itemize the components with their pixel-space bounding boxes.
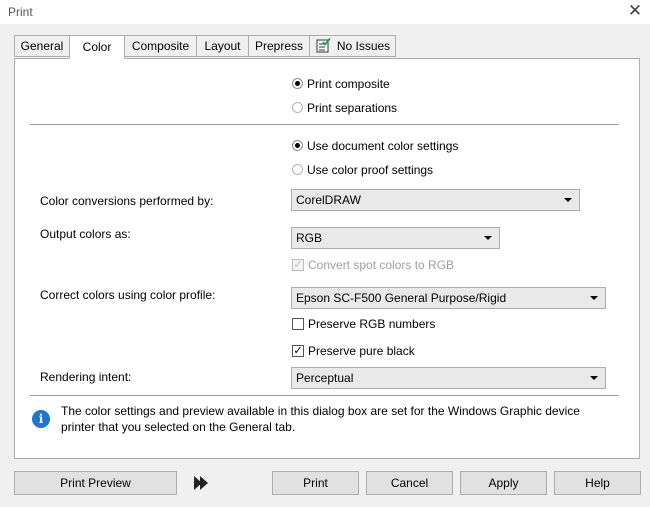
help-button[interactable]: Help xyxy=(554,471,641,495)
document-color-label: Use document color settings xyxy=(307,139,459,153)
tab-label: No Issues xyxy=(336,39,391,53)
info-text-line2: printer that you selected on the General… xyxy=(61,420,296,434)
preserve-black-label: Preserve pure black xyxy=(308,344,415,358)
convert-spot-checkbox[interactable]: ✓ xyxy=(292,259,304,271)
conversions-dropdown[interactable]: CorelDRAW xyxy=(291,189,580,211)
print-preview-label: Print Preview xyxy=(60,476,131,490)
tab-general[interactable]: General xyxy=(14,35,70,57)
profile-value: Epson SC-F500 General Purpose/Rigid xyxy=(296,291,507,305)
print-separations-radio[interactable] xyxy=(292,102,303,113)
intent-label: Rendering intent: xyxy=(40,370,132,384)
tab-composite[interactable]: Composite xyxy=(124,35,197,57)
window-title: Print xyxy=(8,5,33,19)
proof-color-radio[interactable] xyxy=(292,164,303,175)
print-label: Print xyxy=(303,476,328,490)
chevron-down-icon xyxy=(484,236,492,240)
print-button[interactable]: Print xyxy=(272,471,359,495)
tab-layout[interactable]: Layout xyxy=(196,35,249,57)
preserve-black-checkbox[interactable]: ✓ xyxy=(292,345,304,357)
tab-color[interactable]: Color xyxy=(69,35,125,59)
info-divider xyxy=(30,395,619,396)
cancel-button[interactable]: Cancel xyxy=(366,471,453,495)
apply-button[interactable]: Apply xyxy=(460,471,547,495)
info-text-line1: The color settings and preview available… xyxy=(61,404,580,418)
title-bar: Print ✕ xyxy=(0,0,650,24)
output-colors-dropdown[interactable]: RGB xyxy=(291,227,500,249)
print-preview-button[interactable]: Print Preview xyxy=(14,471,177,495)
apply-label: Apply xyxy=(488,476,519,490)
section-divider xyxy=(30,124,619,125)
intent-dropdown[interactable]: Perceptual xyxy=(291,367,606,389)
cancel-label: Cancel xyxy=(390,476,429,490)
preserve-rgb-checkbox[interactable] xyxy=(292,318,304,330)
tab-label: Composite xyxy=(131,39,190,53)
print-composite-radio[interactable] xyxy=(292,78,303,89)
output-colors-value: RGB xyxy=(296,231,323,245)
color-tab-panel: Print composite Print separations Use do… xyxy=(14,58,640,459)
preflight-check-icon xyxy=(316,38,331,53)
tab-label: Color xyxy=(82,40,112,54)
convert-spot-label: Convert spot colors to RGB xyxy=(308,258,455,272)
profile-dropdown[interactable]: Epson SC-F500 General Purpose/Rigid xyxy=(291,287,606,309)
info-icon: i xyxy=(32,410,50,428)
chevron-down-icon xyxy=(590,376,598,380)
expand-preview-arrow-icon[interactable] xyxy=(193,476,209,490)
tab-label: General xyxy=(20,39,64,53)
chevron-down-icon xyxy=(564,198,572,202)
tab-prepress[interactable]: Prepress xyxy=(248,35,310,57)
chevron-down-icon xyxy=(590,296,598,300)
profile-label: Correct colors using color profile: xyxy=(40,288,216,302)
tab-label: Layout xyxy=(204,39,241,53)
conversions-value: CorelDRAW xyxy=(296,193,361,207)
print-separations-label: Print separations xyxy=(307,101,398,115)
intent-value: Perceptual xyxy=(296,371,354,385)
tab-no-issues[interactable]: No Issues xyxy=(309,35,396,57)
conversions-label: Color conversions performed by: xyxy=(40,194,214,208)
output-colors-label: Output colors as: xyxy=(40,227,131,241)
preserve-rgb-label: Preserve RGB numbers xyxy=(308,317,436,331)
document-color-radio[interactable] xyxy=(292,140,303,151)
close-icon[interactable]: ✕ xyxy=(626,1,644,21)
print-composite-label: Print composite xyxy=(307,77,390,91)
help-label: Help xyxy=(585,476,610,490)
tab-label: Prepress xyxy=(254,39,304,53)
proof-color-label: Use color proof settings xyxy=(307,163,434,177)
